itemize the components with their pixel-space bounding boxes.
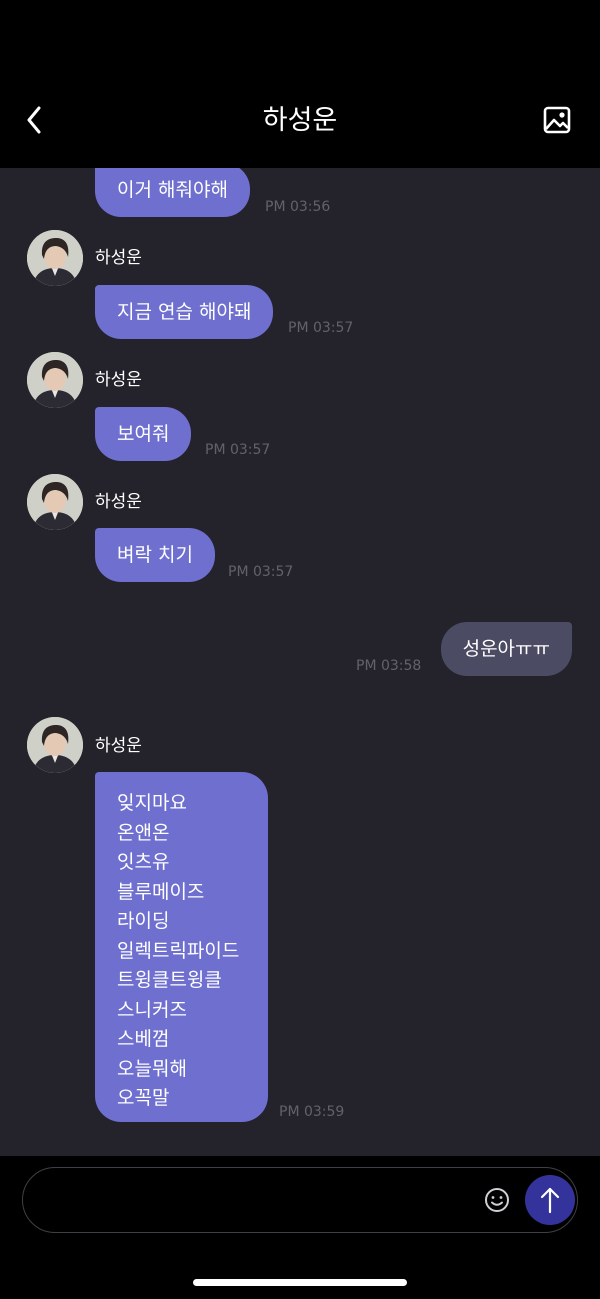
message-time: PM 03:57: [288, 320, 354, 336]
avatar[interactable]: [27, 230, 83, 286]
arrow-up-icon: [540, 1187, 560, 1214]
message-list[interactable]: 이거 해줘야해 PM 03:56 하성운 지금 연습 해야돼 PM 03:57 …: [0, 168, 600, 1156]
chat-title: 하성운: [262, 105, 338, 136]
avatar[interactable]: [27, 474, 83, 530]
message-text: 벼락 치기: [117, 544, 193, 566]
message-line: 온앤온: [117, 821, 170, 844]
message-time: PM 03:57: [205, 442, 271, 458]
sender-name: 하성운: [95, 492, 142, 512]
send-button[interactable]: [525, 1175, 575, 1225]
avatar[interactable]: [27, 717, 83, 773]
message-text: 이거 해줘야해: [117, 179, 228, 201]
message-text: 보여줘: [117, 423, 170, 445]
sender-name: 하성운: [95, 248, 142, 268]
message-line: 오늘뭐해: [117, 1057, 187, 1080]
message-line: 스니커즈: [117, 998, 187, 1021]
message-line: 일렉트릭파이드: [117, 939, 240, 962]
composer-bar: [0, 1156, 600, 1299]
message-bubble[interactable]: 이거 해줘야해: [95, 168, 250, 217]
message-text: 지금 연습 해야돼: [117, 301, 252, 323]
message-time: PM 03:56: [265, 199, 331, 215]
message-line: 스베껌: [117, 1028, 170, 1050]
gallery-button[interactable]: [541, 103, 575, 137]
message-line: 라이딩: [117, 910, 170, 932]
message-bubble[interactable]: 성운아ㅠㅠ: [440, 622, 572, 676]
message-time: PM 03:58: [356, 658, 422, 674]
chat-header: 하성운: [0, 0, 600, 168]
message-line: 블루메이즈: [117, 880, 205, 903]
message-bubble[interactable]: 지금 연습 해야돼: [95, 285, 274, 339]
message-text: 성운아ㅠㅠ: [462, 638, 550, 660]
avatar[interactable]: [27, 352, 83, 408]
sender-name: 하성운: [95, 736, 142, 756]
image-icon: [543, 106, 571, 134]
message-line: 잊지마요: [117, 792, 187, 814]
home-indicator: [193, 1279, 407, 1286]
emoji-button[interactable]: [482, 1185, 512, 1215]
message-line: 오꼭말: [117, 1087, 170, 1109]
message-bubble[interactable]: 벼락 치기: [95, 528, 215, 582]
message-input[interactable]: [51, 1186, 475, 1218]
message-bubble[interactable]: 보여줘: [95, 407, 192, 461]
message-time: PM 03:59: [279, 1104, 345, 1120]
message-bubble[interactable]: 잊지마요 온앤온 잇츠유 블루메이즈 라이딩 일렉트릭파이드 트윙클트윙클 스니…: [95, 772, 268, 1122]
message-time: PM 03:57: [228, 564, 294, 580]
message-input-container[interactable]: [22, 1167, 578, 1233]
sender-name: 하성운: [95, 370, 142, 390]
message-line: 잇츠유: [117, 851, 170, 873]
message-line: 트윙클트윙클: [117, 969, 222, 991]
smiley-icon: [485, 1188, 509, 1212]
